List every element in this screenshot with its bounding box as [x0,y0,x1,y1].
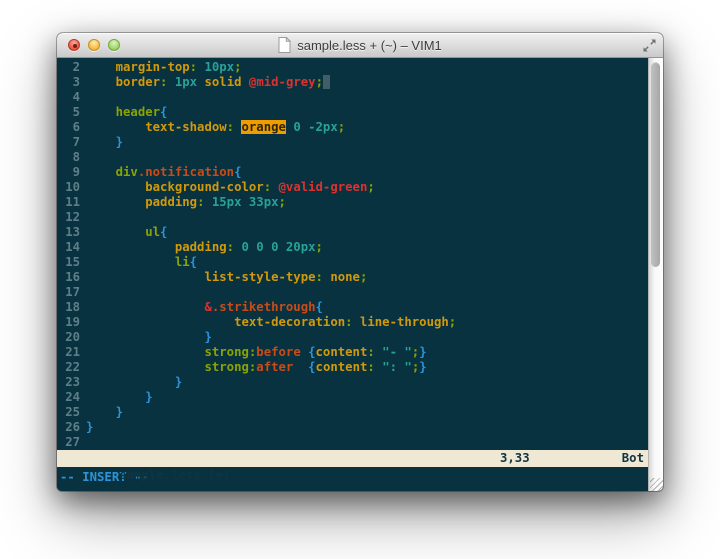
code-text: } [86,390,153,405]
code-line: 26} [57,420,648,435]
line-number: 18 [57,300,80,315]
line-number: 20 [57,330,80,345]
code-line: 18 &.strikethrough{ [57,300,648,315]
line-number: 10 [57,180,80,195]
code-text: li{ [86,255,197,270]
scrollbar-track[interactable] [648,58,663,491]
code-line: 27 [57,435,648,450]
line-number: 13 [57,225,80,240]
line-number: 5 [57,105,80,120]
code-text: } [86,375,182,390]
statusline-filename: sample.less [+] [119,468,230,482]
fullscreen-button[interactable] [642,38,657,53]
code-text: strong:after {content: ": ";} [86,360,427,375]
code-text: } [86,420,93,435]
window-titlebar[interactable]: sample.less + (~) – VIM1 [57,33,663,58]
code-text: text-shadow: orange 0 -2px; [86,120,345,135]
line-number: 25 [57,405,80,420]
document-icon [278,37,291,53]
line-number: 27 [57,435,80,450]
code-line: 11 padding: 15px 33px; [57,195,648,210]
line-number: 4 [57,90,80,105]
code-line: 25 } [57,405,648,420]
line-number: 8 [57,150,80,165]
zoom-button[interactable] [108,39,120,51]
terminal-content: 2 margin-top: 10px;3 border: 1px solid @… [57,58,663,491]
line-number: 3 [57,75,80,90]
code-text: list-style-type: none; [86,270,367,285]
line-number: 21 [57,345,80,360]
code-line: 19 text-decoration: line-through; [57,315,648,330]
code-line: 10 background-color: @valid-green; [57,180,648,195]
code-text: margin-top: 10px; [86,60,242,75]
code-line: 15 li{ [57,255,648,270]
line-number: 14 [57,240,80,255]
code-line: 21 strong:before {content: "- ";} [57,345,648,360]
line-number: 6 [57,120,80,135]
code-text: padding: 0 0 0 20px; [86,240,323,255]
minimize-button[interactable] [88,39,100,51]
code-line: 14 padding: 0 0 0 20px; [57,240,648,255]
code-text: &.strikethrough{ [86,300,323,315]
code-line: 7 } [57,135,648,150]
line-number: 11 [57,195,80,210]
line-number: 16 [57,270,80,285]
line-number: 12 [57,210,80,225]
code-line: 13 ul{ [57,225,648,240]
code-text: text-decoration: line-through; [86,315,456,330]
code-line: 5 header{ [57,105,648,120]
terminal-window: sample.less + (~) – VIM1 2 margin-top: 1… [57,33,663,491]
code-line: 8 [57,150,648,165]
vim-editor[interactable]: 2 margin-top: 10px;3 border: 1px solid @… [57,58,648,491]
code-text: strong:before {content: "- ";} [86,345,427,360]
code-line: 12 [57,210,648,225]
code-line: 9 div.notification{ [57,165,648,180]
code-text: padding: 15px 33px; [86,195,286,210]
code-line: 20 } [57,330,648,345]
statusline-scroll-position: Bot [622,450,644,467]
line-number: 26 [57,420,80,435]
code-line: 23 } [57,375,648,390]
line-number: 7 [57,135,80,150]
resize-grip-icon[interactable] [650,478,663,491]
code-text: ul{ [86,225,167,240]
code-text: } [86,405,123,420]
statusline-ruler: 3,33 [500,450,530,467]
window-title-text: sample.less + (~) – VIM1 [297,38,442,53]
vim-statusline: sample.less [+] 3,33 Bot [57,450,648,467]
close-button[interactable] [68,39,80,51]
code-text: } [86,135,123,150]
line-number: 23 [57,375,80,390]
code-line: 4 [57,90,648,105]
code-text: } [86,330,212,345]
scrollbar-thumb[interactable] [651,62,660,267]
code-text: border: 1px solid @mid-grey; [86,75,330,90]
line-number: 15 [57,255,80,270]
line-number: 9 [57,165,80,180]
code-text: background-color: @valid-green; [86,180,375,195]
code-line: 17 [57,285,648,300]
line-number: 22 [57,360,80,375]
code-line: 16 list-style-type: none; [57,270,648,285]
code-text: div.notification{ [86,165,242,180]
line-number: 17 [57,285,80,300]
line-number: 2 [57,60,80,75]
code-line: 6 text-shadow: orange 0 -2px; [57,120,648,135]
window-title: sample.less + (~) – VIM1 [278,37,442,53]
code-line: 3 border: 1px solid @mid-grey; [57,75,648,90]
line-number: 19 [57,315,80,330]
code-line: 24 } [57,390,648,405]
window-controls [68,33,120,57]
code-line: 2 margin-top: 10px; [57,60,648,75]
line-number: 24 [57,390,80,405]
code-line: 22 strong:after {content: ": ";} [57,360,648,375]
code-lines: 2 margin-top: 10px;3 border: 1px solid @… [57,58,648,450]
code-text: header{ [86,105,167,120]
